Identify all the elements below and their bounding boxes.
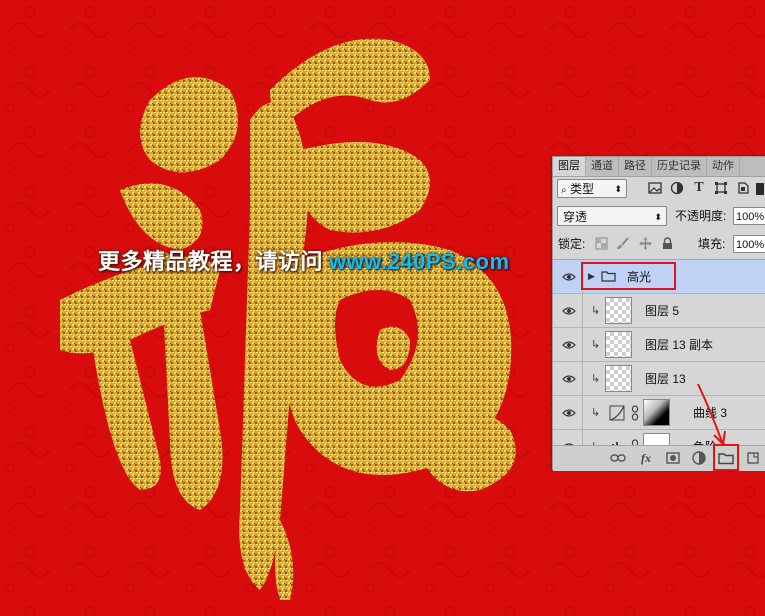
filter-row: ⌕ 类型 ⬍ T [553,179,765,201]
eye-icon[interactable] [562,339,576,349]
image-filter-icon[interactable] [648,181,662,195]
divider [582,328,583,362]
tab-layers[interactable]: 图层 [553,157,586,176]
layer-row[interactable]: ↳ 图层 13 副本 [553,328,765,362]
layer-filter-select[interactable]: ⌕ 类型 ⬍ [557,179,627,198]
divider [582,430,583,446]
shape-filter-icon[interactable] [714,181,728,195]
annotation-arrow [697,383,726,447]
layer-thumbnail [605,297,632,324]
lock-label: 锁定: [558,237,586,251]
add-mask-icon[interactable] [665,450,681,466]
watermark-text: 更多精品教程，请访问 [98,250,324,275]
tab-history[interactable]: 历史记录 [652,157,707,176]
text-filter-icon[interactable]: T [692,181,706,195]
adjustment-filter-icon[interactable] [670,181,684,195]
lock-all-icon[interactable] [661,237,674,250]
clipping-mask-icon: ↳ [591,373,601,385]
eye-icon[interactable] [562,305,576,315]
layer-thumbnail [605,365,632,392]
layer-row[interactable]: ↳ 图层 5 [553,294,765,328]
tab-channels[interactable]: 通道 [586,157,619,176]
link-layers-icon[interactable] [610,450,626,466]
eye-icon[interactable] [562,271,576,281]
lock-paint-brush-icon[interactable] [616,237,629,250]
clipping-mask-icon: ↳ [591,339,601,351]
eye-icon[interactable] [562,407,576,417]
blend-mode-value: 穿透 [563,210,588,224]
clipping-mask-icon: ↳ [591,305,601,317]
fx-button[interactable]: fx [638,450,654,466]
blend-row: 穿透 ⬍ 不透明度: 100% [553,206,765,228]
chevron-updown-icon: ⬍ [614,184,622,194]
divider [582,294,583,328]
layer-name: 图层 13 [645,372,686,386]
layer-name: 图层 5 [645,304,680,318]
eye-icon[interactable] [562,373,576,383]
group-highlight-box [581,262,676,290]
watermark-url: www.240PS.com [329,249,510,274]
lock-move-icon[interactable] [639,237,652,250]
layer-thumbnail [605,331,632,358]
new-adjustment-layer-icon[interactable] [691,450,707,466]
layer-mask-thumbnail[interactable] [643,399,670,426]
fill-label: 填充: [698,237,726,251]
tab-paths[interactable]: 路径 [619,157,652,176]
curves-adjustment-icon [609,405,625,424]
panel-tabs: 图层 通道 路径 历史记录 动作 [553,157,765,177]
search-icon: ⌕ [561,185,567,196]
opacity-input[interactable]: 100% [733,207,765,225]
site-watermark: 更多精品教程，请访问 www.240PS.com [98,244,510,276]
chevron-updown-icon: ⬍ [654,212,662,222]
tab-actions[interactable]: 动作 [707,157,740,176]
layer-filter-label: 类型 [569,182,594,196]
layer-name: 图层 13 副本 [645,338,714,352]
filter-toggle[interactable] [756,183,764,195]
chain-link-icon[interactable] [631,405,639,424]
blend-mode-select[interactable]: 穿透 ⬍ [557,206,667,226]
fill-input[interactable]: 100% [733,235,765,253]
smart-object-filter-icon[interactable] [736,181,750,195]
lock-transparent-icon[interactable] [595,237,608,250]
opacity-label: 不透明度: [675,209,727,223]
lock-row: 锁定: 填充: 100% [553,234,765,256]
clipping-mask-icon: ↳ [591,407,601,419]
new-layer-icon[interactable] [745,450,761,466]
divider [582,396,583,430]
divider [582,362,583,396]
